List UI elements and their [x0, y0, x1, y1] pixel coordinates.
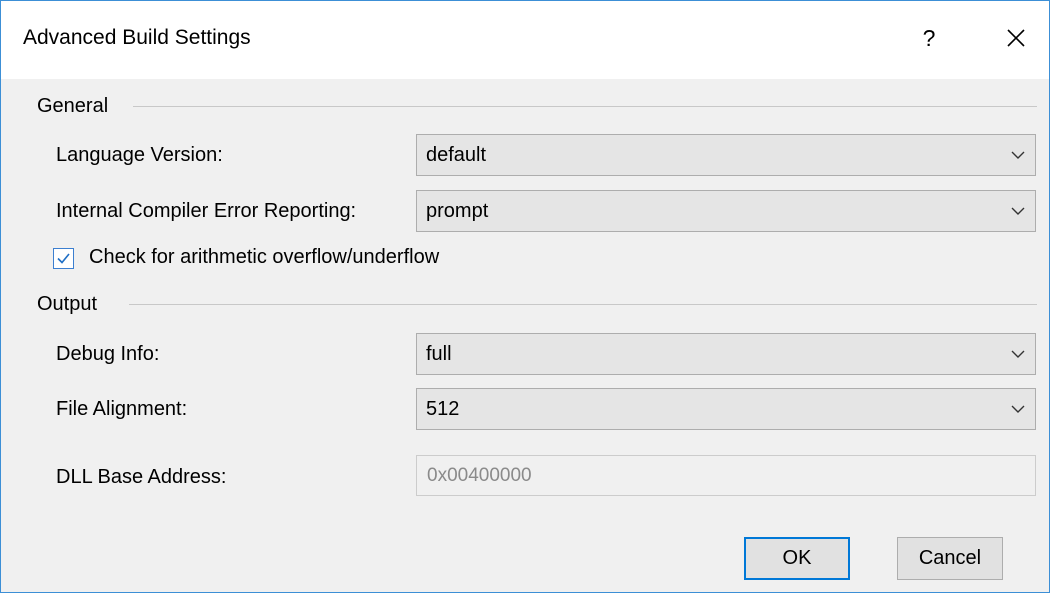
- language-version-dropdown[interactable]: default: [416, 134, 1036, 176]
- dll-base-address-label: DLL Base Address:: [56, 466, 227, 488]
- close-button[interactable]: [991, 13, 1041, 63]
- error-reporting-dropdown[interactable]: prompt: [416, 190, 1036, 232]
- general-group-title: General: [37, 95, 109, 117]
- checkmark-icon: [57, 253, 70, 264]
- chevron-down-icon: [1011, 350, 1025, 358]
- dll-base-address-input: [417, 456, 1035, 495]
- overflow-checkbox-label[interactable]: Check for arithmetic overflow/underflow: [89, 246, 439, 269]
- general-group-divider: [133, 106, 1037, 107]
- ok-button[interactable]: OK: [744, 537, 850, 580]
- title-bar: Advanced Build Settings ?: [1, 1, 1049, 79]
- debug-info-value: full: [426, 343, 452, 365]
- advanced-build-settings-dialog: Advanced Build Settings ? General Langua…: [0, 0, 1050, 593]
- file-alignment-dropdown[interactable]: 512: [416, 388, 1036, 430]
- chevron-down-icon: [1011, 207, 1025, 215]
- debug-info-dropdown[interactable]: full: [416, 333, 1036, 375]
- overflow-checkbox[interactable]: [53, 248, 74, 269]
- help-button[interactable]: ?: [906, 13, 952, 63]
- dialog-title: Advanced Build Settings: [23, 26, 251, 49]
- output-group-divider: [129, 304, 1037, 305]
- dll-base-address-field: [416, 455, 1036, 496]
- error-reporting-label: Internal Compiler Error Reporting:: [56, 200, 357, 222]
- debug-info-label: Debug Info:: [56, 343, 160, 365]
- cancel-button[interactable]: Cancel: [897, 537, 1003, 580]
- chevron-down-icon: [1011, 405, 1025, 413]
- file-alignment-label: File Alignment:: [56, 398, 188, 420]
- file-alignment-value: 512: [426, 398, 460, 420]
- language-version-label: Language Version:: [56, 144, 223, 166]
- error-reporting-value: prompt: [426, 200, 489, 222]
- output-group-title: Output: [37, 293, 98, 315]
- language-version-value: default: [426, 144, 487, 166]
- chevron-down-icon: [1011, 151, 1025, 159]
- close-icon: [1007, 29, 1025, 47]
